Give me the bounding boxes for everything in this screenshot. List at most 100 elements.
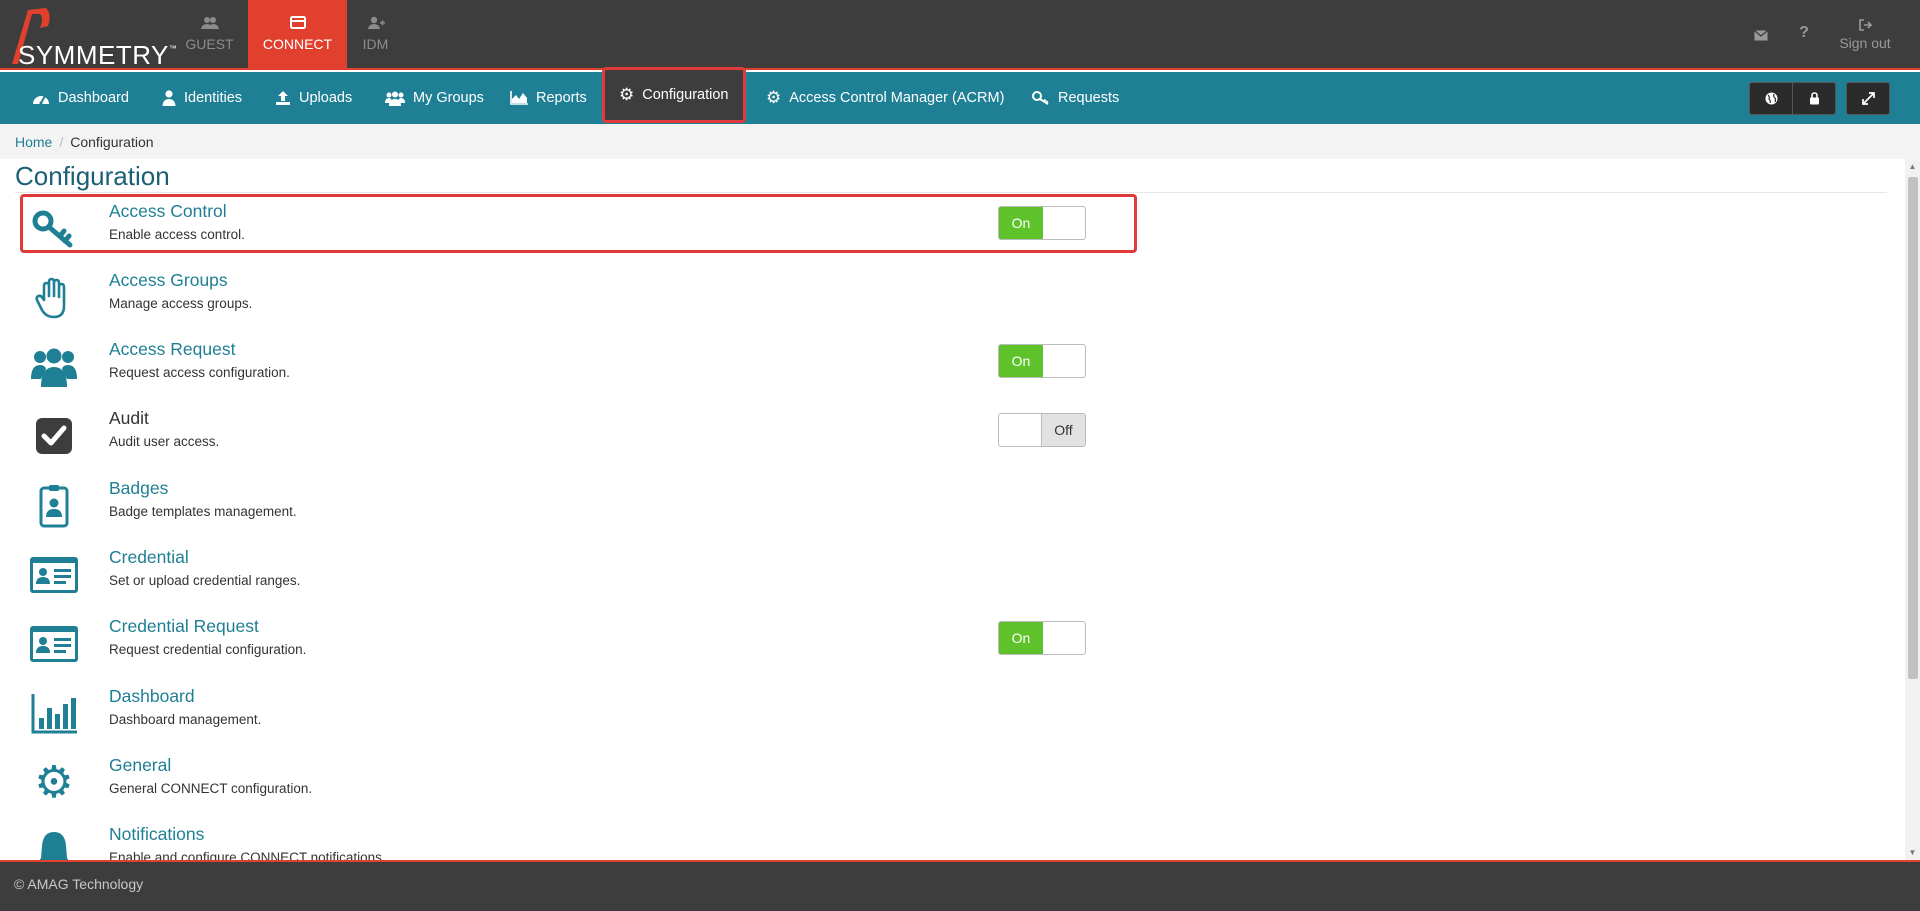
nav-acrm-label: Access Control Manager (ACRM) — [789, 90, 1005, 106]
help-icon[interactable]: ? — [1794, 0, 1814, 70]
config-item-access-request: Access Request Request access configurat… — [20, 335, 1120, 397]
nav-my-groups-label: My Groups — [413, 90, 484, 106]
breadcrumb-home[interactable]: Home — [15, 134, 52, 150]
key-icon — [30, 205, 78, 253]
key-icon — [1032, 91, 1049, 105]
breadcrumb: Home / Configuration — [0, 124, 1920, 159]
config-item-name[interactable]: Credential Request — [109, 616, 259, 637]
config-item-desc: Manage access groups. — [109, 296, 253, 311]
nav-uploads[interactable]: Uploads — [265, 72, 362, 124]
config-item-name[interactable]: Access Control — [109, 201, 227, 222]
nav-requests[interactable]: Requests — [1022, 72, 1129, 124]
nav-configuration[interactable]: ⚙ Configuration — [602, 67, 746, 123]
toggle-on-label: On — [999, 207, 1043, 239]
fullscreen-button[interactable] — [1846, 82, 1890, 115]
hand-icon — [30, 274, 78, 322]
bar-chart-icon — [30, 690, 78, 738]
nav-acrm[interactable]: ⚙ Access Control Manager (ACRM) — [756, 72, 1014, 124]
content-scrollbar[interactable]: ▲ ▼ — [1905, 159, 1920, 860]
footer: © AMAG Technology — [0, 860, 1920, 911]
config-item-badges: Badges Badge templates management. — [20, 474, 1120, 536]
sign-out-label: Sign out — [1839, 35, 1891, 51]
mail-icon[interactable] — [1750, 0, 1772, 70]
config-item-dashboard: Dashboard Dashboard management. — [20, 682, 1120, 744]
nav-my-groups[interactable]: My Groups — [375, 72, 494, 124]
lock-button[interactable] — [1792, 82, 1836, 115]
dashboard-icon — [33, 95, 49, 105]
scroll-up-icon[interactable]: ▲ — [1908, 162, 1917, 171]
config-item-notifications: Notifications Enable and configure CONNE… — [20, 820, 1120, 860]
config-item-desc: Set or upload credential ranges. — [109, 573, 301, 588]
config-item-desc: Enable access control. — [109, 227, 245, 242]
config-item-desc: Request access configuration. — [109, 365, 290, 380]
toggle-on-label: On — [999, 345, 1043, 377]
config-item-desc: Badge templates management. — [109, 504, 297, 519]
config-item-name[interactable]: Dashboard — [109, 686, 195, 707]
title-divider — [15, 192, 1887, 193]
config-item-audit: Audit Audit user access. Off — [20, 404, 1120, 466]
scroll-down-icon[interactable]: ▼ — [1908, 848, 1917, 857]
nav-reports[interactable]: Reports — [500, 72, 597, 124]
config-item-credential-request: Credential Request Request credential co… — [20, 612, 1120, 674]
config-item-general: ⚙ General General CONNECT configuration. — [20, 751, 1120, 813]
nav-identities-label: Identities — [184, 90, 243, 106]
config-item-name[interactable]: Notifications — [109, 824, 204, 845]
gear-icon: ⚙ — [34, 758, 74, 807]
language-button[interactable] — [1749, 82, 1793, 115]
people-icon — [30, 343, 78, 391]
product-tab-guest[interactable]: GUEST — [160, 0, 259, 70]
breadcrumb-current: Configuration — [70, 133, 154, 150]
sign-out-icon — [1830, 0, 1900, 34]
page-title: Configuration — [15, 161, 170, 191]
checkbox-icon — [30, 412, 78, 460]
globe-icon — [1765, 92, 1777, 105]
gear-icon: ⚙ — [619, 85, 635, 104]
config-item-desc: Request credential configuration. — [109, 642, 307, 657]
nav-reports-label: Reports — [536, 90, 587, 106]
id-card-icon — [30, 551, 78, 599]
config-item-desc: General CONNECT configuration. — [109, 781, 313, 796]
symmetry-logo[interactable]: SYMMETRY™ — [6, 4, 177, 70]
access-control-toggle[interactable]: On — [998, 206, 1086, 240]
config-item-name[interactable]: General — [109, 755, 171, 776]
config-item-credential: Credential Set or upload credential rang… — [20, 543, 1120, 605]
config-item-access-groups: Access Groups Manage access groups. — [20, 266, 1120, 328]
toggle-on-label: On — [999, 622, 1043, 654]
logo-text: SYMMETRY™ — [18, 40, 178, 70]
nav-configuration-label: Configuration — [642, 87, 729, 103]
main-nav: Dashboard Identities Uploads My Groups R… — [0, 67, 1920, 124]
nav-dashboard[interactable]: Dashboard — [22, 72, 139, 124]
top-bar: SYMMETRY™ GUEST CONNECT IDM ? Sign out — [0, 0, 1920, 70]
config-item-desc: Dashboard management. — [109, 712, 262, 727]
nav-identities[interactable]: Identities — [152, 72, 252, 124]
config-item-access-control: Access Control Enable access control. On — [20, 197, 1120, 259]
product-tab-idm[interactable]: IDM — [326, 0, 425, 70]
bell-icon — [30, 828, 78, 860]
upload-icon — [276, 91, 290, 105]
config-item-name: Audit — [109, 408, 149, 428]
users-icon — [160, 16, 259, 33]
config-item-desc: Audit user access. — [109, 434, 220, 449]
footer-copyright: © AMAG Technology — [14, 876, 144, 892]
nav-dashboard-label: Dashboard — [58, 90, 129, 106]
id-card-icon — [30, 620, 78, 668]
config-item-name[interactable]: Credential — [109, 547, 189, 568]
access-request-toggle[interactable]: On — [998, 344, 1086, 378]
scrollbar-thumb[interactable] — [1908, 177, 1918, 679]
config-item-name[interactable]: Badges — [109, 478, 168, 499]
nav-uploads-label: Uploads — [299, 90, 353, 106]
gear-icon: ⚙ — [766, 88, 782, 107]
config-item-name[interactable]: Access Request — [109, 339, 235, 360]
config-item-desc: Enable and configure CONNECT notificatio… — [109, 850, 386, 860]
group-icon — [385, 91, 405, 106]
lock-icon — [1809, 92, 1819, 105]
credential-request-toggle[interactable]: On — [998, 621, 1086, 655]
breadcrumb-separator: / — [59, 133, 64, 150]
config-item-name[interactable]: Access Groups — [109, 270, 228, 291]
nav-requests-label: Requests — [1058, 90, 1120, 106]
user-icon — [162, 90, 176, 106]
audit-toggle[interactable]: Off — [998, 413, 1086, 447]
sign-out-button[interactable]: Sign out — [1830, 0, 1900, 70]
area-chart-icon — [510, 91, 528, 105]
expand-icon — [1861, 92, 1875, 105]
